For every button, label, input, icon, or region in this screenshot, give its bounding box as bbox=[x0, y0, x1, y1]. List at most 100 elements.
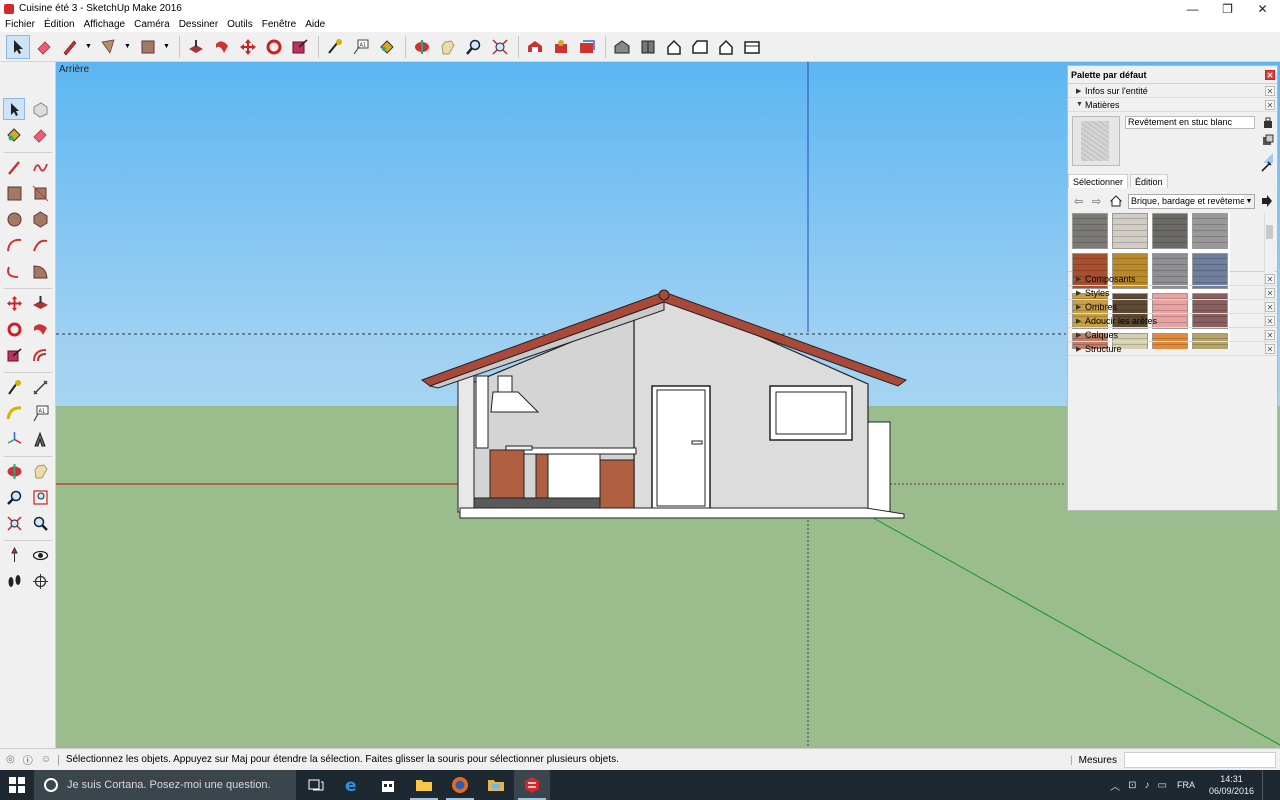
section-close-button[interactable]: ✕ bbox=[1265, 85, 1275, 96]
minimize-button[interactable]: — bbox=[1175, 0, 1210, 17]
shapes-dropdown[interactable]: ▼ bbox=[162, 43, 171, 50]
text-tool[interactable]: A1 bbox=[29, 402, 51, 424]
tab-edit[interactable]: Édition bbox=[1130, 174, 1168, 188]
geo-location-icon[interactable]: ◎ bbox=[6, 754, 15, 765]
material-name-field[interactable]: Revêtement en stuc blanc bbox=[1125, 116, 1255, 129]
task-view-button[interactable] bbox=[298, 770, 334, 800]
material-swatch[interactable] bbox=[1072, 213, 1108, 249]
orbit-tool[interactable] bbox=[3, 460, 25, 482]
zoom-extents-button[interactable] bbox=[488, 35, 512, 59]
polygon-tool[interactable] bbox=[29, 208, 51, 230]
previous-view-tool[interactable] bbox=[29, 512, 51, 534]
position-camera-tool[interactable] bbox=[3, 544, 25, 566]
move-tool[interactable] bbox=[3, 292, 25, 314]
menu-camera[interactable]: Caméra bbox=[134, 19, 170, 30]
move-tool-button[interactable] bbox=[236, 35, 260, 59]
create-material-icon[interactable] bbox=[1262, 134, 1274, 146]
three-point-arc-tool[interactable] bbox=[3, 260, 25, 282]
line-tool[interactable] bbox=[3, 156, 25, 178]
photos-app-button[interactable] bbox=[478, 770, 514, 800]
store-app-button[interactable] bbox=[370, 770, 406, 800]
arc-tool-button[interactable] bbox=[97, 35, 121, 59]
styles-section[interactable]: ▶ Styles ✕ bbox=[1068, 286, 1277, 300]
edge-app-button[interactable]: e bbox=[334, 770, 370, 800]
line-tool-button[interactable] bbox=[58, 35, 82, 59]
walk-tool[interactable] bbox=[3, 570, 25, 592]
volume-icon[interactable]: ♪ bbox=[1145, 780, 1150, 791]
follow-me-tool[interactable] bbox=[29, 318, 51, 340]
follow-me-tool-button[interactable] bbox=[210, 35, 234, 59]
cortana-search-box[interactable]: Je suis Cortana. Posez-moi une question. bbox=[34, 770, 296, 800]
push-pull-tool[interactable] bbox=[29, 292, 51, 314]
text-tool-button[interactable]: A1 bbox=[349, 35, 373, 59]
select-tool-button[interactable] bbox=[6, 34, 30, 59]
rotate-tool[interactable] bbox=[3, 318, 25, 340]
push-pull-tool-button[interactable] bbox=[184, 35, 208, 59]
zoom-extents-tool[interactable] bbox=[3, 512, 25, 534]
show-desktop-button[interactable] bbox=[1262, 770, 1272, 800]
tray-close-button[interactable]: ✕ bbox=[1265, 69, 1275, 80]
section-close-button[interactable]: ✕ bbox=[1265, 329, 1275, 340]
paint-bucket-button[interactable] bbox=[375, 35, 399, 59]
section-close-button[interactable]: ✕ bbox=[1265, 99, 1275, 110]
measures-input[interactable] bbox=[1124, 752, 1276, 768]
zoom-button[interactable] bbox=[462, 35, 486, 59]
make-component-tool[interactable] bbox=[29, 98, 51, 120]
extension-warehouse-button[interactable] bbox=[549, 35, 573, 59]
entity-info-section[interactable]: ▶ Infos sur l'entité ✕ bbox=[1068, 84, 1277, 98]
3d-text-tool[interactable] bbox=[29, 428, 51, 450]
iso-view-button[interactable] bbox=[610, 35, 634, 59]
arc-dropdown[interactable]: ▼ bbox=[123, 43, 132, 50]
tape-measure-tool[interactable] bbox=[3, 376, 25, 398]
menu-dessiner[interactable]: Dessiner bbox=[179, 19, 218, 30]
eraser-tool[interactable] bbox=[29, 124, 51, 146]
menu-fenetre[interactable]: Fenêtre bbox=[262, 19, 296, 30]
current-material-swatch[interactable] bbox=[1072, 116, 1120, 166]
soften-edges-section[interactable]: ▶ Adoucir les arêtes ✕ bbox=[1068, 314, 1277, 328]
front-view-button[interactable] bbox=[662, 35, 686, 59]
notifications-icon[interactable]: ▭ bbox=[1158, 780, 1167, 791]
show-hidden-icons-chevron[interactable]: ︿ bbox=[1110, 778, 1120, 793]
material-swatch[interactable] bbox=[1152, 213, 1188, 249]
share-model-button[interactable] bbox=[575, 35, 599, 59]
library-dropdown[interactable]: Brique, bardage et revêtement ▼ bbox=[1128, 194, 1255, 209]
tab-select[interactable]: Sélectionner bbox=[1068, 174, 1129, 188]
pan-button[interactable] bbox=[436, 35, 460, 59]
right-view-button[interactable] bbox=[688, 35, 712, 59]
left-view-button[interactable] bbox=[740, 35, 764, 59]
paint-bucket-tool[interactable] bbox=[3, 124, 25, 146]
zoom-window-tool[interactable] bbox=[29, 486, 51, 508]
select-tool[interactable] bbox=[3, 98, 25, 120]
material-swatch[interactable] bbox=[1192, 213, 1228, 249]
menu-aide[interactable]: Aide bbox=[305, 19, 325, 30]
outliner-section[interactable]: ▶ Structure ✕ bbox=[1068, 342, 1277, 356]
scale-tool-button[interactable] bbox=[288, 35, 312, 59]
display-secondary-icon[interactable] bbox=[1262, 117, 1274, 129]
close-button[interactable]: ✕ bbox=[1245, 0, 1280, 17]
protractor-tool[interactable] bbox=[3, 402, 25, 424]
firefox-app-button[interactable] bbox=[442, 770, 478, 800]
eyedropper-icon[interactable] bbox=[1261, 160, 1273, 172]
rectangle-tool[interactable] bbox=[3, 182, 25, 204]
pan-tool[interactable] bbox=[29, 460, 51, 482]
circle-tool[interactable] bbox=[3, 208, 25, 230]
line-dropdown[interactable]: ▼ bbox=[84, 43, 93, 50]
3d-warehouse-button[interactable] bbox=[523, 35, 547, 59]
material-swatch[interactable] bbox=[1112, 213, 1148, 249]
start-button[interactable] bbox=[0, 770, 34, 800]
language-indicator[interactable]: FRA bbox=[1177, 780, 1195, 790]
shadows-section[interactable]: ▶ Ombres ✕ bbox=[1068, 300, 1277, 314]
section-plane-tool[interactable] bbox=[29, 570, 51, 592]
credits-icon[interactable]: ⓘ bbox=[23, 752, 33, 767]
menu-fichier[interactable]: Fichier bbox=[5, 19, 35, 30]
tape-measure-button[interactable] bbox=[323, 35, 347, 59]
section-close-button[interactable]: ✕ bbox=[1265, 273, 1275, 284]
network-icon[interactable]: ⊡ bbox=[1128, 780, 1136, 791]
top-view-button[interactable] bbox=[636, 35, 660, 59]
menu-edition[interactable]: Édition bbox=[44, 19, 75, 30]
details-arrow-icon[interactable] bbox=[1261, 195, 1273, 207]
back-arrow-icon[interactable]: ⇦ bbox=[1074, 195, 1086, 208]
offset-tool[interactable] bbox=[29, 344, 51, 366]
components-section[interactable]: ▶ Composants ✕ bbox=[1068, 272, 1277, 286]
maximize-button[interactable]: ❐ bbox=[1210, 0, 1245, 17]
